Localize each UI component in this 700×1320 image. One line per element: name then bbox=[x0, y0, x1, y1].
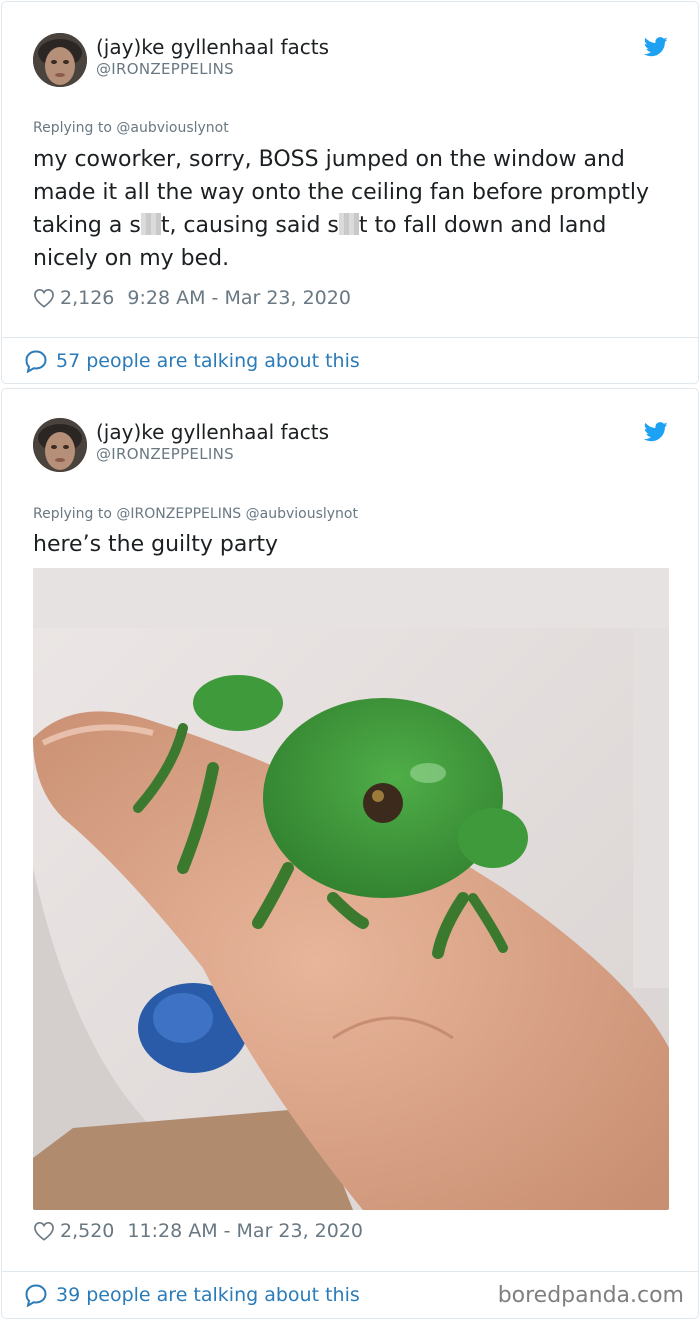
like-count[interactable]: 2,126 bbox=[60, 287, 114, 309]
conversation-link[interactable]: 39 people are talking about this bbox=[24, 1283, 360, 1307]
tweet-meta: 2,520 11:28 AM - Mar 23, 2020 bbox=[33, 1220, 363, 1242]
talking-count[interactable]: 57 people are talking about this bbox=[56, 350, 360, 372]
replying-to[interactable]: Replying to @aubviouslynot bbox=[33, 120, 229, 136]
frog-on-finger-image bbox=[33, 568, 669, 1210]
tweet-header: (jay)ke gyllenhaal facts @IRONZEPPELINS bbox=[33, 33, 668, 89]
like-count[interactable]: 2,520 bbox=[60, 1220, 114, 1242]
avatar[interactable] bbox=[33, 418, 87, 472]
divider bbox=[2, 337, 698, 338]
author-name[interactable]: (jay)ke gyllenhaal facts bbox=[96, 420, 329, 444]
tweet-meta: 2,126 9:28 AM - Mar 23, 2020 bbox=[33, 287, 351, 309]
timestamp[interactable]: 9:28 AM - Mar 23, 2020 bbox=[127, 287, 351, 309]
author-name[interactable]: (jay)ke gyllenhaal facts bbox=[96, 35, 329, 59]
tweet-photo[interactable] bbox=[33, 568, 669, 1210]
conversation-link[interactable]: 57 people are talking about this bbox=[24, 349, 360, 373]
twitter-bird-icon[interactable] bbox=[644, 37, 668, 57]
tweet-card[interactable]: (jay)ke gyllenhaal facts @IRONZEPPELINS … bbox=[1, 1, 699, 384]
avatar[interactable] bbox=[33, 33, 87, 87]
divider bbox=[2, 1271, 698, 1272]
talking-count[interactable]: 39 people are talking about this bbox=[56, 1284, 360, 1306]
twitter-bird-icon[interactable] bbox=[644, 422, 668, 442]
author-handle[interactable]: @IRONZEPPELINS bbox=[96, 444, 329, 464]
author-handle[interactable]: @IRONZEPPELINS bbox=[96, 59, 329, 79]
tweet-text: my coworker, sorry, BOSS jumped on the w… bbox=[33, 143, 668, 275]
tweet-card[interactable]: (jay)ke gyllenhaal facts @IRONZEPPELINS … bbox=[1, 388, 699, 1319]
censor-blur bbox=[140, 213, 161, 235]
replying-to[interactable]: Replying to @IRONZEPPELINS @aubviouslyno… bbox=[33, 506, 358, 522]
tweet-header: (jay)ke gyllenhaal facts @IRONZEPPELINS bbox=[33, 418, 668, 474]
censor-blur bbox=[338, 213, 359, 235]
watermark: boredpanda.com bbox=[497, 1283, 684, 1308]
speech-bubble-icon bbox=[25, 350, 47, 373]
tweet-text-part: t, causing said s bbox=[160, 213, 339, 238]
timestamp[interactable]: 11:28 AM - Mar 23, 2020 bbox=[127, 1220, 363, 1242]
speech-bubble-icon bbox=[25, 1284, 47, 1307]
heart-icon[interactable] bbox=[33, 288, 55, 308]
tweet-text: here’s the guilty party bbox=[33, 532, 279, 557]
heart-icon[interactable] bbox=[33, 1221, 55, 1241]
